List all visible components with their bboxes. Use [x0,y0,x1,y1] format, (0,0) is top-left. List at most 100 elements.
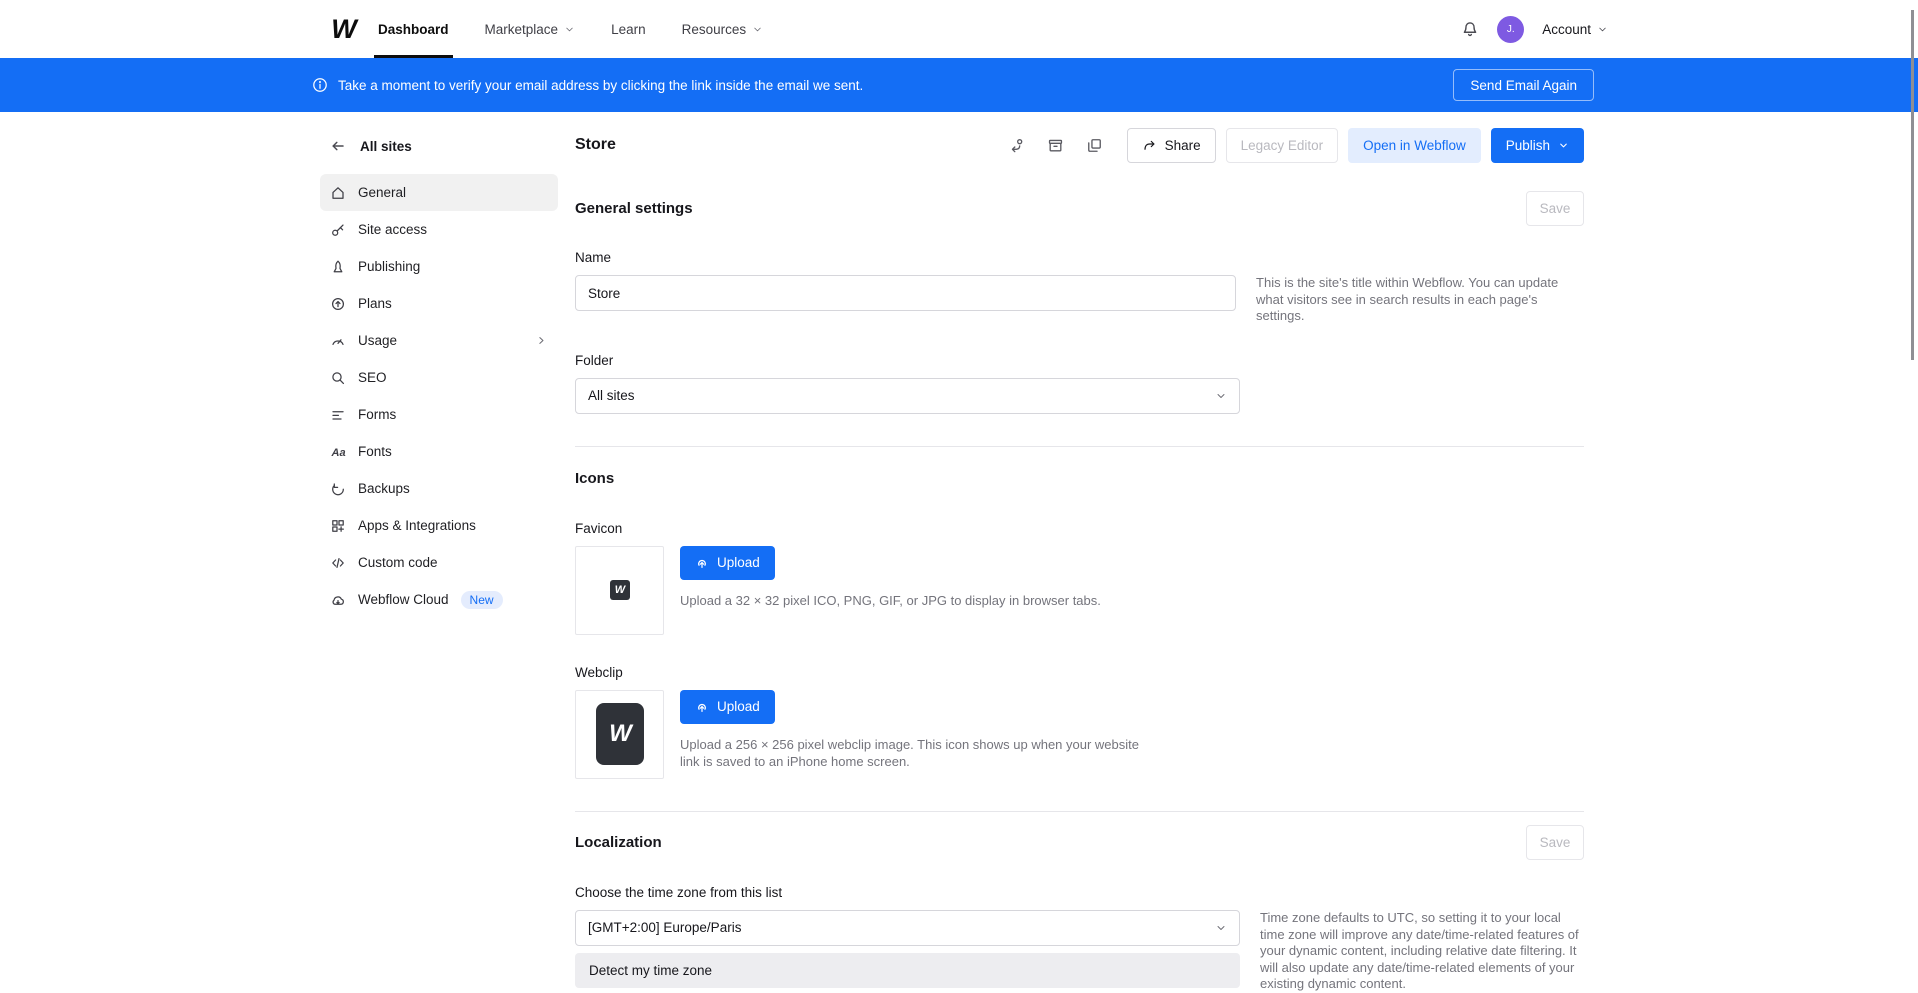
general-settings-heading: General settings [575,200,693,217]
svg-text:Aa: Aa [331,447,346,459]
account-label: Account [1542,22,1591,37]
site-name-input[interactable] [575,275,1236,311]
webclip-help-text: Upload a 256 × 256 pixel webclip image. … [680,737,1150,771]
house-icon [330,185,346,201]
localization-heading: Localization [575,834,662,851]
transfer-site-icon[interactable] [1008,137,1025,154]
sidebar-item-label: Webflow Cloud [358,592,449,607]
section-divider [575,811,1584,812]
nav-item-label: Dashboard [378,22,449,37]
sidebar-item-site-access[interactable]: Site access [320,211,558,248]
favicon-image: W [610,580,630,600]
code-icon [330,555,346,571]
rocket-icon [330,259,346,275]
nav-item-learn[interactable]: Learn [611,0,646,58]
send-email-again-button[interactable]: Send Email Again [1453,69,1594,101]
upload-icon [695,700,709,714]
general-save-button[interactable]: Save [1526,191,1584,226]
duplicate-icon[interactable] [1086,137,1103,154]
open-in-webflow-button[interactable]: Open in Webflow [1348,128,1481,163]
folder-label: Folder [575,353,1584,368]
sidebar-item-label: Site access [358,222,427,237]
webclip-image: W [596,703,644,765]
chevron-down-icon [1215,390,1227,402]
favicon-upload-button[interactable]: Upload [680,546,775,580]
circle-up-icon [330,296,346,312]
bell-icon[interactable] [1461,20,1479,38]
sidebar-item-backups[interactable]: Backups [320,470,558,507]
nav-item-label: Learn [611,22,646,37]
favicon-upload-label: Upload [717,555,760,570]
avatar[interactable]: J. [1497,16,1524,43]
back-to-all-sites[interactable]: All sites [320,137,558,155]
back-label: All sites [360,139,412,154]
sidebar-item-apps-integrations[interactable]: Apps & Integrations [320,507,558,544]
sidebar-item-webflow-cloud[interactable]: Webflow CloudNew [320,581,558,618]
nav-item-resources[interactable]: Resources [682,0,764,58]
timezone-select[interactable]: [GMT+2:00] Europe/Paris [575,910,1240,946]
chevron-down-icon [564,24,575,35]
webclip-label: Webclip [575,665,1584,680]
sidebar-list: General Site access Publishing Plans Usage SE… [320,174,558,618]
webclip-upload-button[interactable]: Upload [680,690,775,724]
name-help-text: This is the site's title within Webflow.… [1256,275,1584,325]
chevron-down-icon [1558,140,1569,151]
info-icon [312,77,328,93]
detect-timezone-button[interactable]: Detect my time zone [575,953,1240,988]
sidebar-item-label: Usage [358,333,397,348]
sidebar-item-custom-code[interactable]: Custom code [320,544,558,581]
share-label: Share [1165,138,1201,153]
legacy-editor-button[interactable]: Legacy Editor [1226,128,1339,163]
sidebar-item-label: General [358,185,406,200]
icons-heading: Icons [575,470,614,487]
webclip-upload-label: Upload [717,699,760,714]
sidebar-item-forms[interactable]: Forms [320,396,558,433]
share-arrow-icon [1142,138,1157,153]
gauge-icon [330,333,346,349]
timezone-label: Choose the time zone from this list [575,885,1584,900]
nav-item-label: Resources [682,22,747,37]
sidebar-item-publishing[interactable]: Publishing [320,248,558,285]
share-button[interactable]: Share [1127,128,1216,163]
magnifier-icon [330,370,346,386]
page-title: Store [575,136,616,154]
account-menu[interactable]: Account [1542,22,1608,37]
history-icon [330,481,346,497]
sidebar-item-usage[interactable]: Usage [320,322,558,359]
nav-item-marketplace[interactable]: Marketplace [485,0,576,58]
main-content: Store Share Legacy Editor Open [575,126,1584,993]
webflow-logo-icon[interactable]: W [328,14,358,44]
publish-label: Publish [1506,138,1550,153]
nav-item-label: Marketplace [485,22,559,37]
localization-save-button[interactable]: Save [1526,825,1584,860]
section-divider [575,446,1584,447]
fonts-icon: Aa [330,444,346,460]
grid-plus-icon [330,518,346,534]
settings-sidebar: All sites General Site access Publishing Pl… [320,137,558,618]
sidebar-item-general[interactable]: General [320,174,558,211]
favicon-label: Favicon [575,521,1584,536]
sidebar-item-label: Plans [358,296,392,311]
sidebar-item-label: Publishing [358,259,420,274]
sidebar-item-label: Forms [358,407,396,422]
top-navigation: W DashboardMarketplaceLearnResources J. … [0,0,1918,58]
sidebar-item-seo[interactable]: SEO [320,359,558,396]
banner-message: Take a moment to verify your email addre… [338,78,863,93]
sidebar-item-label: Custom code [358,555,438,570]
sidebar-item-plans[interactable]: Plans [320,285,558,322]
vertical-scrollbar[interactable] [1911,10,1914,360]
timezone-help-text: Time zone defaults to UTC, so setting it… [1260,910,1584,993]
sidebar-item-label: Apps & Integrations [358,518,476,533]
nav-item-dashboard[interactable]: Dashboard [378,0,449,58]
archive-icon[interactable] [1047,137,1064,154]
chevron-right-icon [535,334,548,347]
chevron-down-icon [752,24,763,35]
chevron-down-icon [1215,922,1227,934]
sidebar-item-fonts[interactable]: AaFonts [320,433,558,470]
sidebar-item-label: Backups [358,481,410,496]
chevron-down-icon [1597,24,1608,35]
folder-select[interactable]: All sites [575,378,1240,414]
lines-icon [330,407,346,423]
publish-button[interactable]: Publish [1491,128,1584,163]
favicon-help-text: Upload a 32 × 32 pixel ICO, PNG, GIF, or… [680,593,1101,610]
